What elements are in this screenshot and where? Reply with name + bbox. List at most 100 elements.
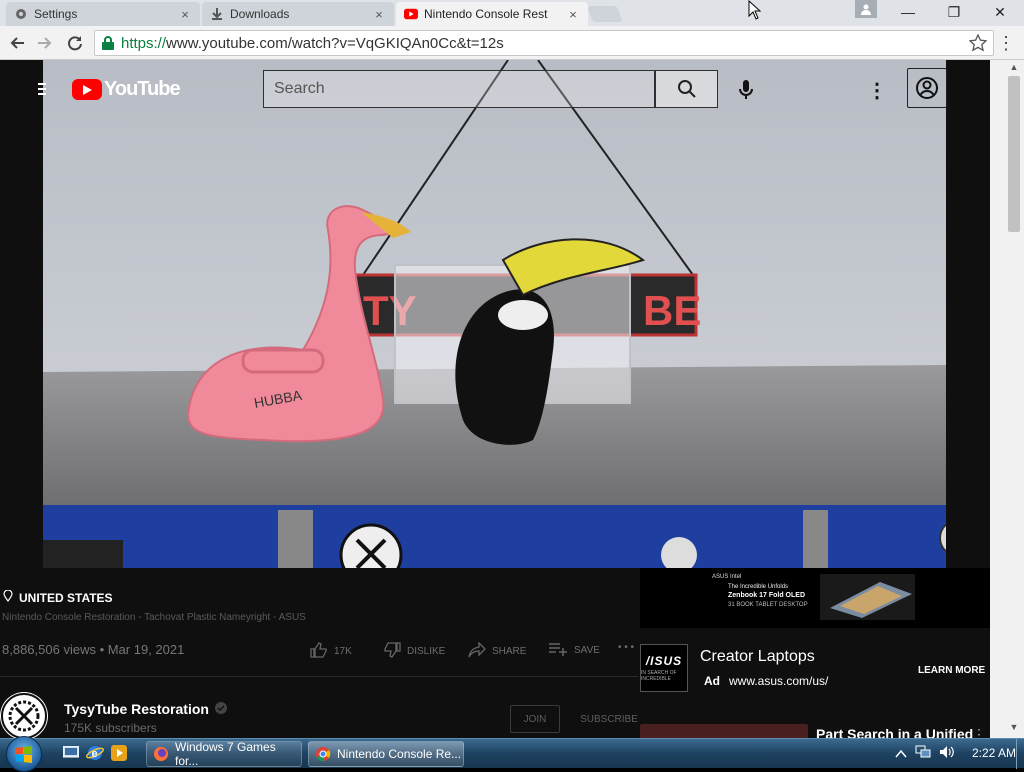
advertiser-logo-tagline: IN SEARCH OF INCREDIBLE [641, 670, 677, 682]
youtube-icon [404, 7, 418, 21]
channel-name[interactable]: TysyTube Restoration [64, 701, 227, 717]
taskbar-item-chrome[interactable]: Nintendo Console Re... [308, 741, 464, 767]
browser-toolbar: https://www.youtube.com/watch?v=VqGKIQAn… [0, 26, 1024, 60]
network-icon[interactable] [915, 745, 931, 764]
taskbar-item-label: Nintendo Console Re... [337, 747, 462, 761]
start-button[interactable] [6, 736, 42, 772]
gear-icon [14, 7, 28, 21]
advertiser-logo[interactable]: /ISUS IN SEARCH OF INCREDIBLE [640, 644, 688, 692]
more-actions-label: • • • [618, 642, 635, 653]
tab-nintendo-console[interactable]: Nintendo Console Rest × [396, 2, 588, 26]
video-player[interactable]: TY BE HUBBA [43, 60, 946, 568]
ad-banner[interactable]: ASUS Intel The Incredible Unfolds Zenboo… [640, 568, 990, 628]
view-count-date: 8,886,506 views • Mar 19, 2021 [2, 642, 185, 657]
url-scheme: https:// [121, 34, 167, 52]
close-tab-icon[interactable]: × [178, 7, 192, 22]
channel-name-text: TysyTube Restoration [64, 701, 209, 717]
scrollbar-thumb[interactable] [1008, 76, 1020, 232]
location-label: UNITED STATES [3, 589, 113, 605]
account-button[interactable] [907, 68, 947, 108]
show-desktop-quicklaunch-icon[interactable] [62, 744, 80, 762]
reload-icon [68, 36, 82, 51]
share-button[interactable]: SHARE [468, 641, 527, 661]
maximize-button[interactable]: ❐ [931, 0, 977, 24]
ad-url[interactable]: www.asus.com/us/ [729, 674, 828, 688]
voice-search-button[interactable] [733, 77, 759, 103]
volume-icon[interactable] [939, 745, 955, 764]
browser-menu-button[interactable]: ⋮ [996, 30, 1016, 56]
account-circle-icon [916, 77, 938, 99]
save-button[interactable]: SAVE [548, 642, 600, 659]
forward-button[interactable] [32, 30, 58, 56]
media-player-icon[interactable] [110, 744, 128, 762]
like-count: 17K [334, 646, 352, 657]
tab-title: Nintendo Console Rest [424, 7, 548, 21]
dislike-button[interactable]: DISLIKE [383, 642, 445, 661]
subscribe-button[interactable]: SUBSCRIBE [578, 705, 640, 733]
tray-expand-icon[interactable] [895, 746, 907, 764]
next-video-thumbnail[interactable] [640, 724, 808, 738]
playlist-add-icon [548, 642, 568, 659]
title-bar: Settings × Downloads × Nintendo Console … [0, 0, 1024, 26]
internet-explorer-icon[interactable]: e [86, 744, 104, 762]
scroll-down-arrow-icon[interactable]: ▼ [1008, 722, 1020, 734]
search-input[interactable] [272, 79, 654, 99]
thumbs-down-icon [383, 642, 401, 661]
close-tab-icon[interactable]: × [566, 7, 580, 22]
youtube-play-icon [72, 79, 102, 100]
clock[interactable]: 2:22 AM [972, 746, 1016, 760]
download-icon [210, 7, 224, 21]
svg-text:e: e [92, 748, 98, 760]
firefox-icon [153, 746, 169, 762]
youtube-page: TY BE HUBBA YouTube Search ⋮ UNITED STAT… [0, 60, 990, 738]
ad-banner-product: Zenbook 17 Fold OLED [728, 592, 806, 599]
svg-text:BE: BE [643, 287, 701, 334]
search-field-container [263, 70, 655, 108]
new-tab-button[interactable] [587, 6, 623, 22]
video-frame-image: TY BE HUBBA [43, 60, 946, 568]
reload-button[interactable] [62, 30, 88, 56]
youtube-wordmark: YouTube [104, 78, 181, 100]
taskbar-item-firefox[interactable]: Windows 7 Games for... [146, 740, 302, 768]
thumbs-up-icon [310, 642, 328, 661]
join-button[interactable]: JOIN [510, 705, 560, 733]
tab-downloads[interactable]: Downloads × [202, 2, 394, 26]
minimize-button[interactable]: — [885, 0, 931, 24]
bookmark-star-icon[interactable] [968, 33, 988, 52]
next-video-title[interactable]: Part Search in a Unified [816, 726, 973, 738]
learn-more-button[interactable]: LEARN MORE [918, 665, 985, 676]
windows-taskbar: e Windows 7 Games for... Nintendo Consol… [0, 736, 1024, 772]
close-window-button[interactable]: ✕ [977, 0, 1023, 24]
verified-badge-icon [214, 701, 227, 717]
subscriber-count: 175K subscribers [64, 721, 157, 735]
profile-icon[interactable] [855, 0, 877, 18]
like-button[interactable]: 17K [310, 642, 352, 661]
url-host-path: www.youtube.com/watch?v=VqGKIQAn0Cc&t=12… [166, 34, 504, 52]
tab-settings[interactable]: Settings × [6, 2, 200, 26]
forward-arrow-icon [38, 37, 52, 49]
more-options-button[interactable]: ⋮ [865, 77, 889, 103]
share-arrow-icon [468, 641, 486, 661]
video-hashtags[interactable]: Nintendo Console Restoration - Tachovat … [2, 612, 306, 623]
address-bar[interactable]: https://www.youtube.com/watch?v=VqGKIQAn… [94, 30, 994, 56]
search-button[interactable] [655, 70, 718, 108]
show-desktop-button[interactable] [1016, 739, 1024, 769]
tab-title: Downloads [230, 7, 290, 21]
ad-banner-specs: 31 BOOK TABLET DESKTOP [728, 602, 808, 608]
system-tray [895, 745, 955, 764]
tab-title: Settings [34, 7, 78, 21]
share-label: SHARE [492, 646, 527, 657]
channel-avatar[interactable] [0, 692, 48, 738]
ad-badge: Ad [704, 674, 720, 688]
ad-banner-headline: The Incredible Unfolds [728, 584, 789, 590]
scroll-up-arrow-icon[interactable]: ▲ [1008, 62, 1020, 74]
hamburger-menu-icon[interactable] [38, 82, 46, 99]
url-text: https://www.youtube.com/watch?v=VqGKIQAn… [121, 35, 504, 52]
next-video-more-button[interactable]: ⋮ [972, 726, 986, 738]
youtube-logo[interactable]: YouTube [72, 78, 181, 101]
close-tab-icon[interactable]: × [372, 7, 386, 22]
more-actions-button[interactable]: • • • [618, 642, 634, 653]
ad-title[interactable]: Creator Laptops [700, 648, 815, 666]
back-arrow-icon [10, 37, 24, 49]
back-button[interactable] [4, 30, 30, 56]
